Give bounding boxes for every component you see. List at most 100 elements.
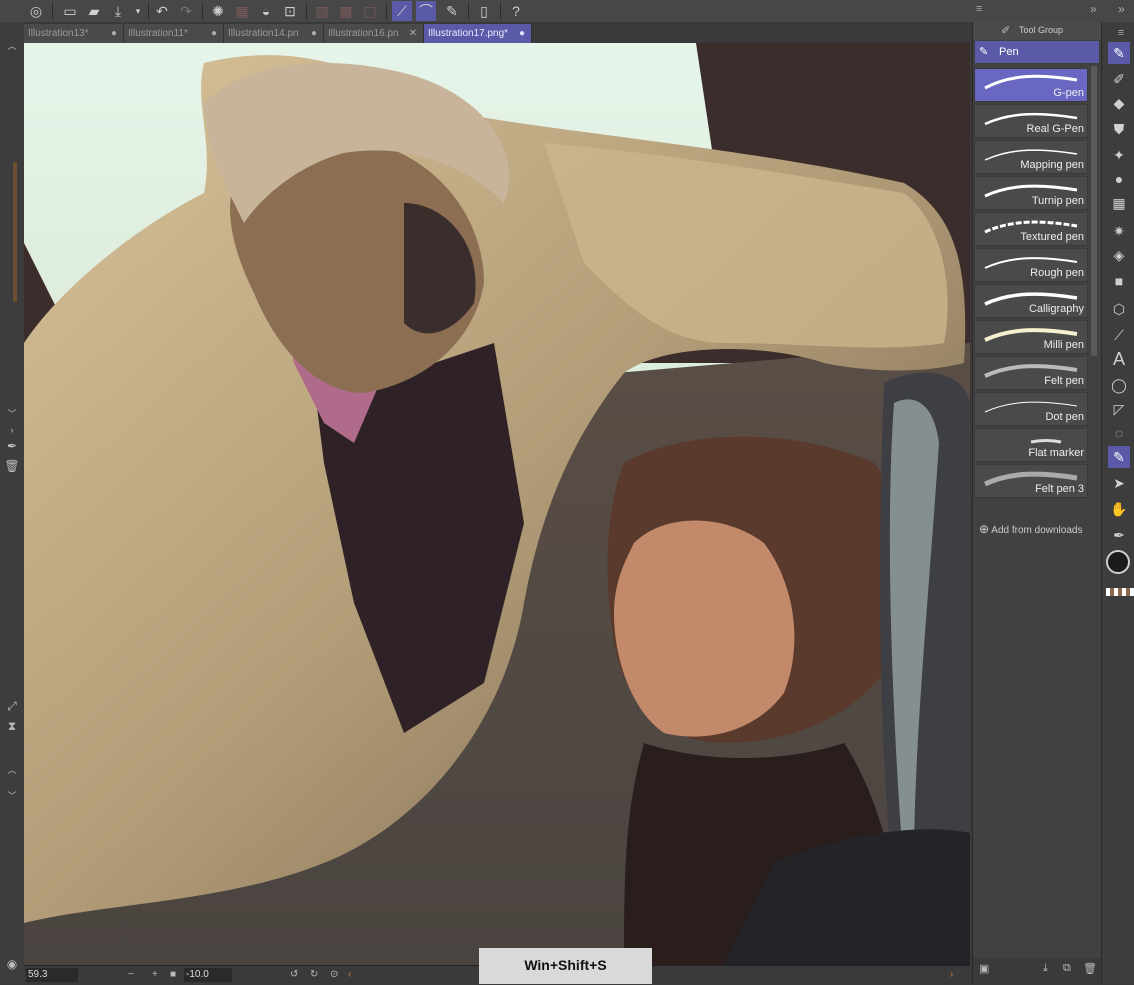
zoom-field[interactable]: 59.3 [26, 968, 78, 982]
undo-icon[interactable]: ↶ [152, 1, 172, 21]
chevron-down-icon[interactable]: ▾ [128, 1, 148, 21]
collapse-icon[interactable]: » [1090, 2, 1097, 16]
chevron-down-icon[interactable]: ﹀ [4, 406, 20, 422]
crop-icon[interactable]: ⊡ [280, 1, 300, 21]
trash-icon[interactable]: 🗑 [1083, 962, 1097, 975]
collapse-right-icon[interactable]: » [1118, 2, 1125, 16]
fill-bucket-icon[interactable]: ◈ [1108, 244, 1130, 266]
rotate-left-icon[interactable]: ↺ [290, 968, 298, 982]
export-icon[interactable]: ⤓ [108, 1, 128, 21]
3d-figure-icon[interactable]: ⬡ [1108, 298, 1130, 320]
open-folder-icon[interactable]: ▰ [84, 1, 104, 21]
text-icon[interactable]: A [1108, 348, 1130, 370]
zoom-out-button[interactable]: − [128, 968, 134, 982]
flip-icon[interactable]: ⧗ [4, 718, 20, 734]
settings-icon[interactable]: ▣ [979, 962, 989, 975]
download-icon[interactable]: ⤓ [1043, 962, 1048, 975]
menu-icon[interactable]: ≡ [1110, 22, 1132, 44]
scroll-right-icon[interactable]: › [950, 968, 953, 982]
chevron-down-icon[interactable]: ﹀ [4, 788, 20, 804]
paint-drop-icon[interactable]: ● [1108, 168, 1130, 190]
add-from-downloads-button[interactable]: ⊕ Add from downloads [979, 522, 1082, 536]
scroll-left-icon[interactable]: ‹ [348, 968, 351, 982]
trash-icon[interactable]: 🗑 [4, 458, 20, 474]
left-sidebar-strip: ︿ ﹀ › ✒ 🗑 ⤢ ⧗ ︿ ﹀ ◉ [0, 22, 24, 984]
redo-icon[interactable]: ↷ [176, 1, 196, 21]
pen-tool-icon[interactable]: ✎ [1108, 42, 1130, 64]
reset-rotation-icon[interactable]: ⊙ [330, 968, 338, 982]
help-icon[interactable]: ? [506, 1, 526, 21]
select-lasso-icon[interactable]: ◌ [1108, 422, 1130, 444]
stroke-icon[interactable]: ⌒ [416, 1, 436, 21]
add-from-downloads-label: Add from downloads [991, 525, 1083, 536]
loading-spinner-icon[interactable]: ✺ [208, 1, 228, 21]
plus-circle-icon: ⊕ [979, 522, 990, 536]
pen-group-icon: ✐ [1001, 25, 1011, 37]
brush-flat-marker[interactable]: Flat marker [974, 428, 1088, 462]
brush-dot-pen[interactable]: Dot pen [974, 392, 1088, 426]
snap-grid-icon[interactable]: ▩ [336, 1, 356, 21]
rotation-field[interactable]: -10.0 [184, 968, 232, 982]
copy-icon[interactable]: ⧉ [1063, 962, 1071, 975]
snap-special-icon[interactable]: ▢ [360, 1, 380, 21]
fill-icon[interactable]: ◒ [256, 1, 276, 21]
brush-felt-pen[interactable]: Felt pen [974, 356, 1088, 390]
lasso-icon[interactable]: ◯ [1108, 374, 1130, 396]
navigator-icon[interactable]: ◉ [4, 956, 20, 972]
panel-menu-icon[interactable]: ≡ [976, 3, 982, 15]
tab-illustration11[interactable]: Illustration11* ● [124, 24, 224, 43]
close-icon[interactable]: ✕ [409, 24, 417, 43]
eyedropper-icon[interactable]: ✒ [1108, 524, 1130, 546]
scrollbar[interactable] [1091, 66, 1097, 356]
tab-pen[interactable]: ✎ Pen [975, 41, 1099, 63]
blend-icon[interactable]: ⛊ [1108, 118, 1130, 140]
device-icon[interactable]: ▯ [474, 1, 494, 21]
fit-icon[interactable]: ⤢ [4, 698, 20, 714]
tab-illustration14[interactable]: Illustration14.pn ● [224, 24, 324, 43]
eraser-icon[interactable]: ◆ [1108, 92, 1130, 114]
new-file-icon[interactable]: ▭ [60, 1, 80, 21]
brush-g-pen[interactable]: G-pen [974, 68, 1088, 102]
pen-active-icon[interactable]: ✎ [1108, 446, 1130, 468]
line-icon[interactable]: ⟋ [1108, 324, 1130, 346]
transform-icon[interactable]: ▦ [232, 1, 252, 21]
tab-illustration17[interactable]: Illustration17.png* ● [424, 24, 532, 43]
sparkle-icon[interactable]: ✦ [1108, 144, 1130, 166]
chevron-up-icon[interactable]: ︿ [4, 38, 20, 54]
main-color-swatch[interactable] [1106, 550, 1130, 574]
mesh-icon[interactable]: ▦ [1108, 192, 1130, 214]
zoom-in-button[interactable]: + [152, 968, 158, 982]
rotate-right-icon[interactable]: ↻ [310, 968, 318, 982]
brush-textured-pen[interactable]: Textured pen [974, 212, 1088, 246]
chevron-right-icon[interactable]: › [4, 422, 20, 438]
panel-top-bar: ≡ » » [970, 0, 1134, 22]
star-icon[interactable]: ✷ [1108, 220, 1130, 242]
eyedropper-icon[interactable]: ✒ [4, 438, 20, 454]
gradient-icon[interactable]: ■ [1108, 270, 1130, 292]
brush-mapping-pen[interactable]: Mapping pen [974, 140, 1088, 174]
pencil-icon[interactable]: ✐ [1108, 68, 1130, 90]
panel-footer: ▣ ⤓ ⧉ 🗑 [973, 958, 1101, 984]
fit-square-icon[interactable]: ■ [170, 968, 176, 982]
brush-real-g-pen[interactable]: Real G-Pen [974, 104, 1088, 138]
artwork[interactable] [24, 43, 970, 965]
pen-pressure-icon[interactable]: ⟋ [392, 1, 412, 21]
select-arrow-icon[interactable]: ➤ [1108, 472, 1130, 494]
brush-calligraphy[interactable]: Calligraphy [974, 284, 1088, 318]
transparent-swatch[interactable] [1106, 588, 1134, 596]
tab-illustration13[interactable]: Illustration13* ● [24, 24, 124, 43]
tab-illustration16[interactable]: Illustration16.pn ✕ [324, 24, 424, 43]
hand-icon[interactable]: ✋ [1108, 498, 1130, 520]
drawing-canvas[interactable] [24, 43, 970, 965]
shape-icon[interactable]: ◸ [1108, 398, 1130, 420]
brush-milli-pen[interactable]: Milli pen [974, 320, 1088, 354]
snap-ruler-icon[interactable]: ▧ [312, 1, 332, 21]
brush-turnip-pen[interactable]: Turnip pen [974, 176, 1088, 210]
document-tabs: Illustration13* ● Illustration11* ● Illust… [24, 22, 970, 43]
top-toolbar: ◎ ▭ ▰ ⤓ ▾ ↶ ↷ ✺ ▦ ◒ ⊡ ▧ ▩ ▢ ⟋ ⌒ ✎ ▯ ? [0, 0, 970, 23]
brush-rough-pen[interactable]: Rough pen [974, 248, 1088, 282]
chevron-up-icon[interactable]: ︿ [4, 762, 20, 778]
brush-felt-pen-3[interactable]: Felt pen 3 [974, 464, 1088, 498]
edit-icon[interactable]: ✎ [442, 1, 462, 21]
app-icon[interactable]: ◎ [26, 1, 46, 21]
